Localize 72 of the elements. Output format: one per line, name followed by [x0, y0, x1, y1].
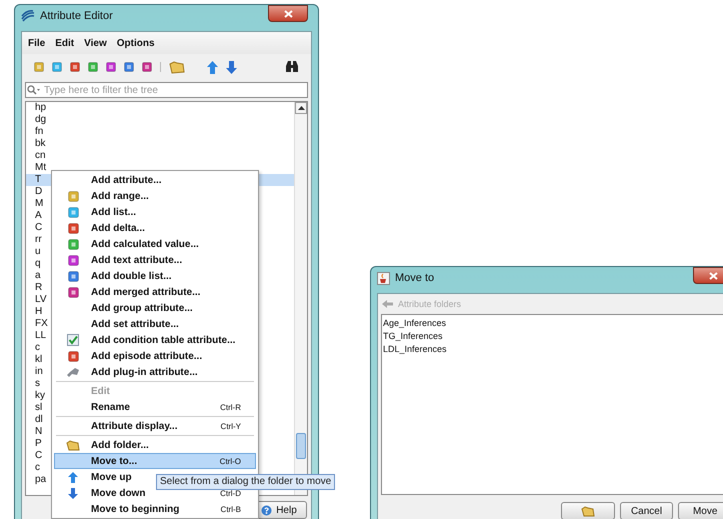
context-menu-item[interactable]: Add merged attribute...	[54, 284, 256, 300]
shortcut-text: Ctrl-O	[220, 456, 241, 466]
swoosh-icon	[21, 10, 35, 22]
folder-item[interactable]: LDL_Inferences	[383, 343, 723, 356]
attribute-icon	[68, 254, 78, 266]
scroll-thumb[interactable]	[296, 433, 306, 459]
scroll-up-icon	[298, 106, 304, 110]
context-menu-item[interactable]: Add list...	[54, 204, 256, 220]
attribute-icon	[68, 286, 78, 298]
folder-icon	[66, 440, 80, 450]
close-button[interactable]	[693, 267, 723, 284]
tree-item[interactable]: dg	[26, 114, 294, 126]
context-menu-item[interactable]: Add calculated value...	[54, 236, 256, 252]
help-icon	[261, 504, 272, 516]
close-icon	[284, 10, 292, 18]
folder-item[interactable]: Age_Inferences	[383, 317, 723, 330]
attribute-icon	[68, 222, 78, 234]
up-arrow-icon[interactable]	[207, 60, 218, 74]
window-title: Move to	[395, 272, 434, 284]
shortcut-text: Ctrl-R	[220, 402, 241, 412]
attribute-icon	[68, 350, 78, 362]
dialog-button[interactable]: Move	[678, 502, 723, 519]
menu-item[interactable]: File	[25, 36, 48, 50]
context-menu-item[interactable]: Attribute display... Ctrl-Y	[54, 418, 256, 434]
shortcut-text: Ctrl-B	[220, 504, 241, 514]
close-icon	[708, 272, 718, 280]
folder-icon	[580, 506, 595, 516]
menu-item[interactable]: View	[81, 36, 110, 50]
attribute-icon	[68, 206, 78, 218]
menu-item[interactable]: Options	[114, 36, 158, 50]
plug-icon	[66, 367, 80, 377]
attribute-icon	[68, 270, 78, 282]
tree-item[interactable]: cn	[26, 150, 294, 162]
shortcut-text: Ctrl-Y	[220, 422, 241, 430]
binoculars-icon[interactable]	[285, 61, 299, 73]
filter-field[interactable]: Type here to filter the tree	[25, 82, 308, 98]
context-menu-item[interactable]: Add double list...	[54, 268, 256, 284]
context-menu-item[interactable]: Add folder...	[54, 437, 256, 453]
context-menu-item[interactable]: Add attribute...	[54, 172, 256, 188]
up-arrow-icon	[68, 472, 78, 482]
context-menu-item[interactable]: Add episode attribute...	[54, 348, 256, 364]
tree-item[interactable]: hp	[26, 102, 294, 114]
tree-item[interactable]: fn	[26, 126, 294, 138]
down-arrow-icon[interactable]	[226, 60, 237, 74]
back-arrow-icon[interactable]	[382, 300, 393, 308]
context-menu-item[interactable]: Add group attribute...	[54, 300, 256, 316]
breadcrumb-text: Attribute folders	[398, 299, 462, 309]
tree-item[interactable]: Mt	[26, 162, 294, 174]
scrollbar[interactable]	[294, 102, 307, 495]
tree-item[interactable]: bk	[26, 138, 294, 150]
context-menu-item[interactable]: Rename Ctrl-R	[54, 399, 256, 415]
context-menu-item[interactable]: Add delta...	[54, 220, 256, 236]
context-menu-item[interactable]: Move to... Ctrl-O	[54, 453, 256, 469]
tooltip: Select from a dialog the folder to move	[156, 474, 336, 490]
dialog-button[interactable]: Cancel	[620, 502, 674, 519]
context-menu-item[interactable]: Add range...	[54, 188, 256, 204]
checkbox-icon	[67, 334, 79, 346]
close-button[interactable]	[268, 5, 308, 22]
context-menu-item[interactable]: Add text attribute...	[54, 252, 256, 268]
down-arrow-icon	[68, 488, 78, 498]
menu-item[interactable]: Edit	[52, 36, 78, 50]
folder-item[interactable]: TG_Inferences	[383, 330, 723, 343]
attribute-icon	[68, 190, 78, 202]
context-menu-item[interactable]: Add condition table attribute...	[54, 332, 256, 348]
attribute-icon	[68, 238, 78, 250]
context-menu-item[interactable]: Add plug-in attribute...	[54, 364, 256, 380]
new-folder-button[interactable]	[561, 502, 615, 519]
java-cup-icon	[377, 272, 390, 284]
window-title: Attribute Editor	[40, 10, 113, 22]
context-menu-item[interactable]: Add set attribute...	[54, 316, 256, 332]
shortcut-text: Ctrl-D	[220, 488, 241, 498]
folder-icon[interactable]	[169, 60, 185, 74]
